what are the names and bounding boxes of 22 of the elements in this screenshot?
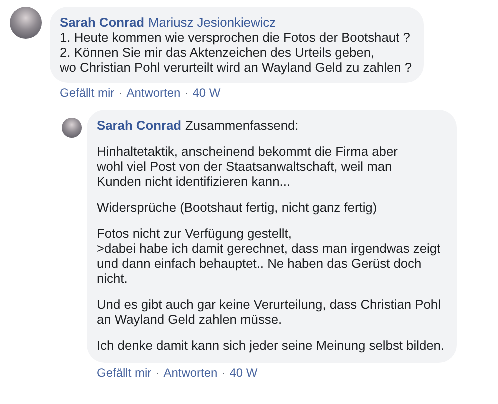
comment-text: Ich denke damit kann sich jeder seine Meinung selbst bilden. [97, 338, 445, 353]
comment-text: Hinhaltetaktik, anscheinend bekommt die Firma aber wohl viel Post von der Staatsanwaltschaft, weil man Kunden nicht identifizieren kann... [97, 144, 399, 189]
avatar[interactable] [62, 118, 82, 138]
timestamp-link[interactable]: 40 W [230, 366, 258, 380]
separator-dot: · [222, 366, 226, 380]
separator-dot: · [118, 86, 123, 100]
avatar[interactable] [10, 7, 42, 39]
action-link[interactable]: Gefällt mir [97, 366, 152, 380]
comment-text: Widersprüche (Bootshaut fertig, nicht ganz fertig) [97, 200, 378, 215]
action-link[interactable]: Gefällt mir [60, 86, 115, 100]
action-link[interactable]: Antworten [126, 86, 181, 100]
comment-text: Zusammenfassend: [186, 118, 299, 133]
action-link[interactable]: Antworten [164, 366, 218, 380]
timestamp-link[interactable]: 40 W [192, 86, 221, 100]
separator-dot: · [156, 366, 160, 380]
comment-text: Und es gibt auch gar keine Verurteilung, dass Christian Pohl an Wayland Geld zahlen müsse. [97, 297, 442, 327]
author-name[interactable]: Sarah Conrad [97, 118, 182, 133]
mention-link[interactable]: Mariusz Jesionkiewicz [148, 15, 276, 30]
author-name[interactable]: Sarah Conrad [60, 15, 145, 30]
comment-text: 1. Heute kommen wie versprochen die Fotos der Bootshaut ? 2. Können Sie mir das Aktenzeichen des Urteils geben, wo Christian Pohl verurteilt wird an Wayland Geld zu zahlen ? [60, 30, 412, 75]
separator-dot: · [184, 86, 189, 100]
comment-text: Fotos nicht zur Verfügung gestellt, >dabei habe ich damit gerechnet, dass man irgendwas zeigt und dann einfach behauptet.. Ne haben das Gerüst doch nicht. [97, 226, 442, 286]
